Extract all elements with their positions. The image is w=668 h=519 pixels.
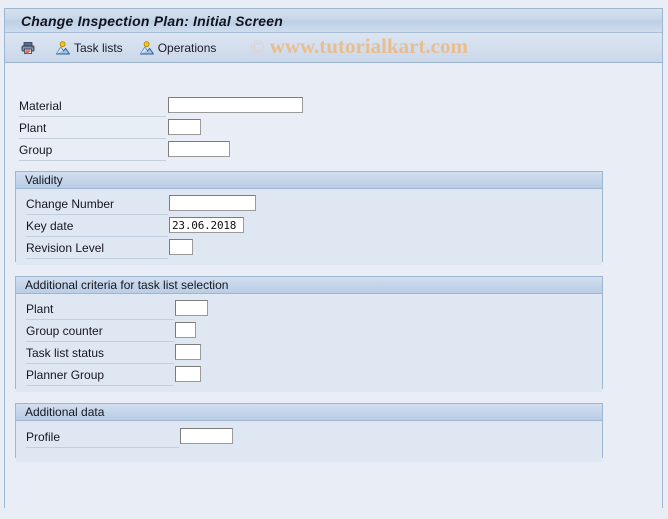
input-group-counter[interactable] — [175, 322, 196, 338]
field-row-revision-level: Revision Level — [16, 237, 602, 259]
field-row-material: Material — [5, 95, 662, 117]
field-row-planner-group: Planner Group — [16, 364, 602, 386]
label-criteria-plant: Plant — [26, 302, 54, 316]
input-planner-group[interactable] — [175, 366, 201, 382]
row-underline — [26, 258, 168, 259]
label-group: Group — [19, 143, 53, 157]
field-row-group: Group — [5, 139, 662, 161]
label-material: Material — [19, 99, 62, 113]
watermark-copyright: © — [250, 37, 265, 58]
groupbox-body-validity: Change Number Key date Revision Level — [16, 189, 602, 265]
row-underline — [19, 160, 166, 161]
input-plant[interactable] — [168, 119, 201, 135]
input-change-number[interactable] — [169, 195, 256, 211]
watermark: © www.tutorialkart.com — [250, 34, 468, 59]
groupbox-header-additional-data: Additional data — [16, 404, 602, 421]
groupbox-additional-data: Additional data Profile — [15, 403, 603, 462]
label-planner-group: Planner Group — [26, 368, 105, 382]
row-underline — [26, 447, 179, 448]
field-row-key-date: Key date — [16, 215, 602, 237]
form-body: Material Plant Group Validity Change Num… — [5, 63, 662, 507]
groupbox-additional-criteria: Additional criteria for task list select… — [15, 276, 603, 392]
field-row-group-counter: Group counter — [16, 320, 602, 342]
task-lists-button[interactable]: Task lists — [51, 37, 127, 59]
label-plant: Plant — [19, 121, 47, 135]
print-preview-button[interactable] — [16, 37, 43, 59]
operations-label: Operations — [157, 40, 217, 55]
groupbox-body-additional-criteria: Plant Group counter Task list status Pla… — [16, 294, 602, 392]
title-bar: Change Inspection Plan: Initial Screen — [5, 9, 662, 33]
operations-icon — [139, 40, 155, 56]
input-criteria-plant[interactable] — [175, 300, 208, 316]
label-change-number: Change Number — [26, 197, 115, 211]
field-row-criteria-plant: Plant — [16, 298, 602, 320]
field-row-plant: Plant — [5, 117, 662, 139]
field-row-change-number: Change Number — [16, 193, 602, 215]
groupbox-title: Additional data — [25, 405, 105, 419]
sap-window: Change Inspection Plan: Initial Screen T… — [4, 8, 663, 508]
label-profile: Profile — [26, 430, 61, 444]
watermark-text: www.tutorialkart.com — [269, 34, 468, 58]
label-revision-level: Revision Level — [26, 241, 105, 255]
groupbox-title: Validity — [25, 173, 63, 187]
page-title: Change Inspection Plan: Initial Screen — [21, 12, 283, 29]
field-row-task-list-status: Task list status — [16, 342, 602, 364]
input-key-date[interactable] — [169, 217, 244, 233]
input-revision-level[interactable] — [169, 239, 193, 255]
label-group-counter: Group counter — [26, 324, 103, 338]
field-row-profile: Profile — [16, 426, 602, 448]
row-underline — [26, 385, 174, 386]
application-toolbar: Task lists Operations © www.tutorialkart… — [5, 33, 662, 63]
printer-icon — [20, 40, 36, 56]
operations-button[interactable]: Operations — [135, 37, 221, 59]
input-material[interactable] — [168, 97, 303, 113]
groupbox-header-validity: Validity — [16, 172, 602, 189]
label-task-list-status: Task list status — [26, 346, 105, 360]
groupbox-body-additional-data: Profile — [16, 421, 602, 462]
groupbox-title: Additional criteria for task list select… — [25, 278, 229, 292]
label-key-date: Key date — [26, 219, 74, 233]
input-profile[interactable] — [180, 428, 233, 444]
task-list-icon — [55, 40, 71, 56]
input-group[interactable] — [168, 141, 230, 157]
task-lists-label: Task lists — [74, 40, 123, 55]
sap-screen: Change Inspection Plan: Initial Screen T… — [0, 0, 668, 519]
input-task-list-status[interactable] — [175, 344, 201, 360]
groupbox-header-additional-criteria: Additional criteria for task list select… — [16, 277, 602, 294]
groupbox-validity: Validity Change Number Key date Revi — [15, 171, 603, 265]
main-field-group: Material Plant Group — [5, 95, 662, 161]
